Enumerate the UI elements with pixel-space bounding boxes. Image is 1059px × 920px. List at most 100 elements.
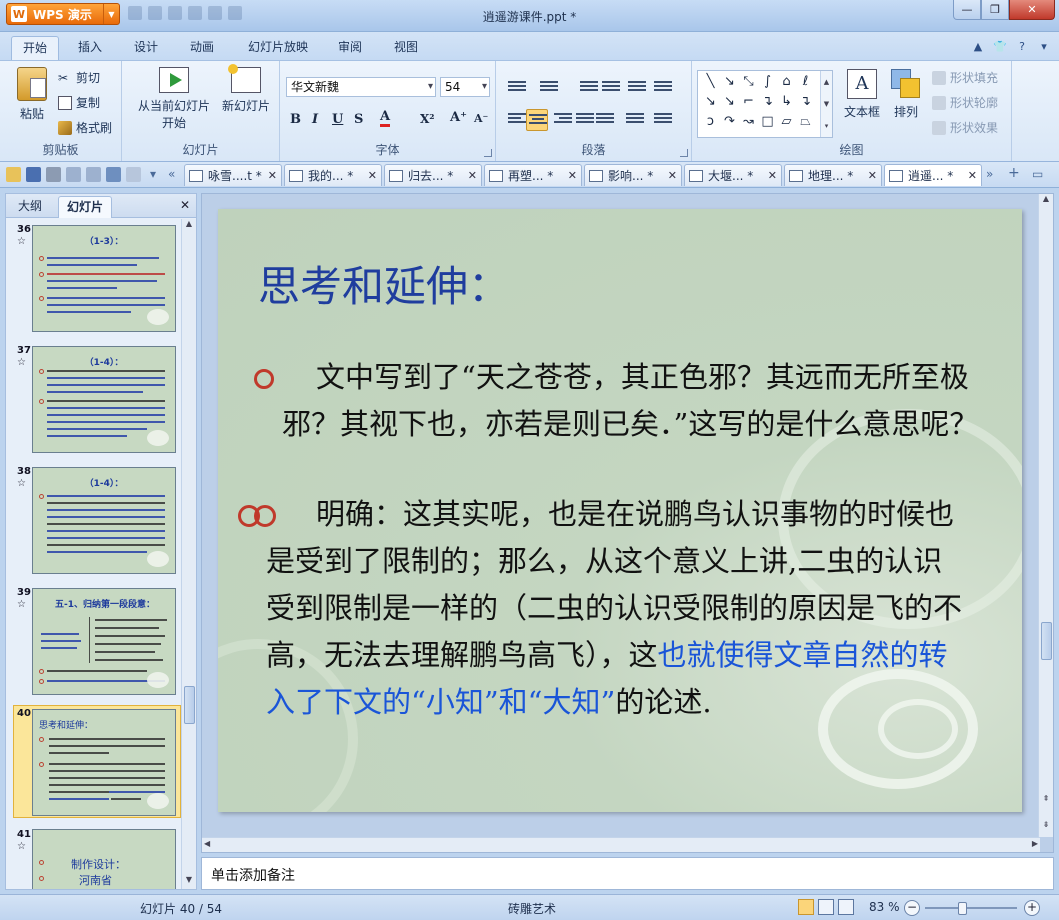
dropdown-icon[interactable]: ▾: [1037, 40, 1051, 54]
grow-font-button[interactable]: A⁺: [450, 110, 467, 125]
slide-title[interactable]: 思考和延伸：: [258, 253, 510, 314]
slide-paragraph-2[interactable]: 明确：这其实呢，也是在说鹏鸟认识事物的时候也是受到了限制的；那么，从这个意义上讲…: [266, 491, 966, 726]
normal-view-icon[interactable]: [798, 899, 814, 915]
slide-thumbnail-37[interactable]: （1-4）：: [32, 346, 176, 453]
spellcheck-icon[interactable]: [86, 167, 101, 182]
double-arrow-shape-icon[interactable]: ⤡: [739, 74, 758, 94]
doc-tab[interactable]: 归去... * ✕: [384, 164, 482, 186]
tab-slides[interactable]: 幻灯片: [58, 196, 113, 218]
curved-double-shape-icon[interactable]: ↷: [720, 114, 739, 134]
font-name-combo[interactable]: 华文新魏: [286, 77, 436, 97]
close-icon[interactable]: ✕: [568, 169, 577, 182]
next-slide-icon[interactable]: ⇟: [1039, 820, 1053, 834]
close-icon[interactable]: ✕: [180, 198, 190, 212]
close-icon[interactable]: ✕: [868, 169, 877, 182]
shrink-font-button[interactable]: A⁻: [474, 112, 488, 125]
textbox-button[interactable]: A 文本框: [840, 69, 884, 120]
font-size-combo[interactable]: 54: [440, 77, 490, 97]
scroll-up-icon[interactable]: ▲: [1039, 194, 1053, 208]
new-tab-icon[interactable]: +: [1008, 165, 1020, 181]
curve-shape-icon[interactable]: ∫: [758, 74, 777, 94]
maximize-button[interactable]: ❐: [981, 0, 1009, 20]
tab-home[interactable]: 开始: [11, 36, 59, 60]
scroll-down-icon[interactable]: ▼: [182, 875, 196, 889]
undo-icon[interactable]: [106, 167, 121, 182]
scroll-right-icon[interactable]: ▶: [1032, 839, 1038, 848]
close-icon[interactable]: ✕: [268, 169, 277, 182]
slide-sorter-icon[interactable]: [818, 899, 834, 915]
shape-effect-button[interactable]: 形状效果: [932, 119, 998, 136]
slide-horizontal-scrollbar[interactable]: ◀ ▶: [202, 837, 1040, 852]
panel-scrollbar[interactable]: ▲ ▼: [181, 219, 196, 889]
shape-outline-button[interactable]: 形状轮廓: [932, 94, 998, 111]
align-text-icon[interactable]: [654, 81, 672, 95]
close-button[interactable]: ✕: [1009, 0, 1055, 20]
trapezoid-shape-icon[interactable]: ⏢: [796, 114, 815, 134]
slide-thumbnail-39[interactable]: 五-1、归纳第一段段意：: [32, 588, 176, 695]
decrease-indent-icon[interactable]: [580, 81, 598, 95]
shapes-scroll[interactable]: ▲ ▼ ▾: [820, 71, 832, 137]
collapse-ribbon-icon[interactable]: ▲: [971, 40, 985, 54]
close-icon[interactable]: ✕: [668, 169, 677, 182]
curved-connector-shape-icon[interactable]: ↴: [796, 94, 815, 114]
zoom-out-button[interactable]: −: [904, 900, 920, 916]
cut-button[interactable]: ✂ 剪切: [58, 69, 100, 86]
minimize-button[interactable]: —: [953, 0, 981, 20]
slide-paragraph-1[interactable]: 文中写到了“天之苍苍，其正色邪？其远而无所至极邪？其视下也，亦若是则已矣．”这写…: [282, 354, 1002, 448]
connector-arrow-shape-icon[interactable]: ↘: [720, 94, 739, 114]
arrow-shape-icon[interactable]: ↘: [720, 74, 739, 94]
tab-review[interactable]: 审阅: [326, 36, 374, 60]
close-icon[interactable]: ✕: [968, 169, 977, 182]
elbow-arrow-shape-icon[interactable]: ↴: [758, 94, 777, 114]
numbering-icon[interactable]: [540, 81, 558, 95]
font-dialog-launcher-icon[interactable]: [484, 149, 492, 157]
shapes-gallery[interactable]: ╲ ↘ ⤡ ∫ ⌂ ℓ ↘ ↘ ⌐ ↴ ↳ ↴ ↄ ↷ ↝ □ ▱ ⏢ ▲ ▼ ▾: [697, 70, 833, 138]
bullets-icon[interactable]: [508, 81, 526, 95]
superscript-button[interactable]: X²: [420, 112, 435, 126]
slide-scroll-thumb[interactable]: [1041, 622, 1052, 660]
help-icon[interactable]: ?: [1015, 40, 1029, 54]
tab-view[interactable]: 视图: [382, 36, 430, 60]
scroll-up-icon[interactable]: ▲: [182, 219, 196, 233]
distribute-icon[interactable]: [596, 113, 614, 127]
bold-button[interactable]: B: [290, 112, 301, 127]
doc-tab-active[interactable]: 逍遥... * ✕: [884, 164, 982, 186]
tab-design[interactable]: 设计: [122, 36, 170, 60]
justify-icon[interactable]: [576, 113, 594, 127]
underline-button[interactable]: U: [332, 112, 343, 127]
copy-button[interactable]: 复制: [58, 94, 100, 111]
open-folder-icon[interactable]: [6, 167, 21, 182]
tab-scroll-right-icon[interactable]: »: [986, 167, 993, 181]
rectangle-shape-icon[interactable]: □: [758, 114, 777, 134]
align-right-icon[interactable]: [554, 113, 572, 127]
slide-thumbnail-41[interactable]: 制作设计： 河南省: [32, 829, 176, 889]
tab-outline[interactable]: 大纲: [10, 196, 50, 218]
tab-insert[interactable]: 插入: [66, 36, 114, 60]
window-list-icon[interactable]: ▭: [1032, 167, 1043, 181]
tab-slideshow[interactable]: 幻灯片放映: [236, 36, 320, 60]
elbow-double-shape-icon[interactable]: ↳: [777, 94, 796, 114]
paste-button[interactable]: 粘贴: [10, 67, 54, 122]
close-icon[interactable]: ✕: [368, 169, 377, 182]
strikethrough-button[interactable]: S: [354, 112, 363, 127]
doc-tab[interactable]: 我的... * ✕: [284, 164, 382, 186]
freeform-shape-icon[interactable]: ⌂: [777, 74, 796, 94]
scribble-shape-icon[interactable]: ℓ: [796, 74, 815, 94]
redo-icon[interactable]: [126, 167, 141, 182]
tab-animation[interactable]: 动画: [178, 36, 226, 60]
doc-tab[interactable]: 咏雪....t * ✕: [184, 164, 282, 186]
connector-shape-icon[interactable]: ↘: [701, 94, 720, 114]
curved-arrow-shape-icon[interactable]: ↄ: [701, 114, 720, 134]
slide-thumbnail-36[interactable]: （1-3）：: [32, 225, 176, 332]
text-direction-icon[interactable]: [628, 81, 646, 95]
close-icon[interactable]: ✕: [468, 169, 477, 182]
print-icon[interactable]: [46, 167, 61, 182]
prev-slide-icon[interactable]: ⇞: [1039, 794, 1053, 808]
doc-tab[interactable]: 再塑... * ✕: [484, 164, 582, 186]
scroll-left-icon[interactable]: ◀: [204, 839, 210, 848]
align-left-icon[interactable]: [508, 113, 526, 127]
line-shape-icon[interactable]: ╲: [701, 74, 720, 94]
notes-pane[interactable]: 单击添加备注: [201, 857, 1054, 890]
zoom-slider-track[interactable]: [925, 907, 1017, 909]
arrange-button[interactable]: 排列: [886, 69, 926, 120]
